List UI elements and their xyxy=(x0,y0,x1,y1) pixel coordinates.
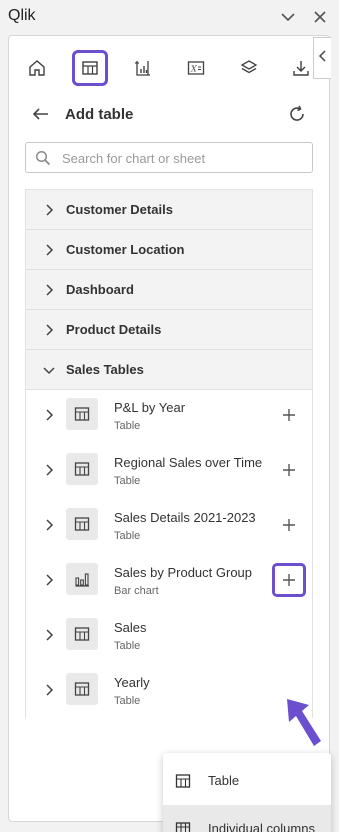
section-dashboard[interactable]: Dashboard xyxy=(26,270,312,310)
table-icon xyxy=(66,508,98,540)
item-name: Sales xyxy=(114,620,147,635)
chevron-down-icon[interactable] xyxy=(280,9,296,25)
chevron-right-icon[interactable] xyxy=(42,628,56,642)
table-icon xyxy=(175,773,191,789)
refresh-icon[interactable] xyxy=(287,104,307,124)
chevron-right-icon[interactable] xyxy=(42,408,56,422)
svg-text:X: X xyxy=(190,65,197,74)
add-icon[interactable] xyxy=(280,406,298,424)
menu-item-label: Individual columns xyxy=(208,821,315,832)
section-customer-details[interactable]: Customer Details xyxy=(26,190,312,230)
section-product-details[interactable]: Product Details xyxy=(26,310,312,350)
chevron-right-icon[interactable] xyxy=(42,683,56,697)
item-type: Table xyxy=(114,475,141,487)
list-item[interactable]: Sales Table xyxy=(26,610,312,665)
item-type: Table xyxy=(114,530,141,542)
sheet-list: Customer Details Customer Location Dashb… xyxy=(25,189,331,832)
chevron-right-icon[interactable] xyxy=(42,463,56,477)
chevron-left-icon xyxy=(318,49,327,67)
item-name: Yearly xyxy=(114,675,150,690)
menu-item-label: Table xyxy=(208,773,240,788)
list-item[interactable]: Yearly Table xyxy=(26,665,312,720)
chevron-right-icon[interactable] xyxy=(42,573,56,587)
add-icon[interactable] xyxy=(272,563,306,597)
add-icon[interactable] xyxy=(280,516,298,534)
section-customer-location[interactable]: Customer Location xyxy=(26,230,312,270)
section-label: Sales Tables xyxy=(66,362,144,377)
add-icon[interactable] xyxy=(280,461,298,479)
table-icon xyxy=(66,398,98,430)
list-item[interactable]: P&L by Year Table xyxy=(26,390,312,445)
table-icon xyxy=(66,673,98,705)
collapse-panel-button[interactable] xyxy=(313,37,331,79)
chevron-down-icon xyxy=(42,363,56,377)
item-name: Sales Details 2021-2023 xyxy=(114,510,256,525)
menu-item-individual-columns[interactable]: Individual columns xyxy=(163,805,331,832)
chevron-right-icon xyxy=(42,203,56,217)
item-name: P&L by Year xyxy=(114,400,186,415)
search-icon xyxy=(35,150,51,166)
chevron-right-icon[interactable] xyxy=(42,518,56,532)
table-icon xyxy=(66,618,98,650)
item-type: Bar chart xyxy=(114,585,159,597)
section-label: Customer Location xyxy=(66,242,185,257)
search-input[interactable] xyxy=(62,148,302,168)
chart-icon[interactable] xyxy=(125,50,161,86)
title-bar: Qlik xyxy=(0,0,339,34)
table-icon[interactable] xyxy=(72,50,108,86)
section-label: Product Details xyxy=(66,322,162,337)
pointer-arrow-icon xyxy=(287,699,321,746)
home-icon[interactable] xyxy=(19,50,55,86)
search-box xyxy=(25,142,313,173)
section-sales-tables[interactable]: Sales Tables xyxy=(26,350,312,390)
section-label: Customer Details xyxy=(66,202,173,217)
add-menu: Table Individual columns xyxy=(163,753,331,832)
item-name: Regional Sales over Time xyxy=(114,455,263,470)
list-item[interactable]: Regional Sales over Time Table xyxy=(26,445,312,500)
chevron-right-icon xyxy=(42,323,56,337)
add-panel: X Add table Customer Details Customer Lo… xyxy=(8,35,331,832)
back-arrow-icon[interactable] xyxy=(31,104,51,124)
item-type: Table xyxy=(114,420,141,432)
section-label: Dashboard xyxy=(66,282,134,297)
close-icon[interactable] xyxy=(312,9,328,25)
table-icon xyxy=(66,453,98,485)
app-title: Qlik xyxy=(8,7,36,24)
bar-chart-icon xyxy=(66,563,98,595)
item-type: Table xyxy=(114,640,141,652)
columns-icon xyxy=(175,821,191,832)
menu-item-table[interactable]: Table xyxy=(163,757,331,805)
chevron-right-icon xyxy=(42,243,56,257)
item-type: Table xyxy=(114,695,141,707)
chevron-right-icon xyxy=(42,283,56,297)
panel-title: Add table xyxy=(65,106,134,123)
list-item[interactable]: Sales Details 2021-2023 Table xyxy=(26,500,312,555)
item-name: Sales by Product Group xyxy=(114,565,253,580)
list-item[interactable]: Sales by Product Group Bar chart xyxy=(26,555,312,610)
layers-icon[interactable] xyxy=(231,50,267,86)
formula-icon[interactable]: X xyxy=(178,50,214,86)
